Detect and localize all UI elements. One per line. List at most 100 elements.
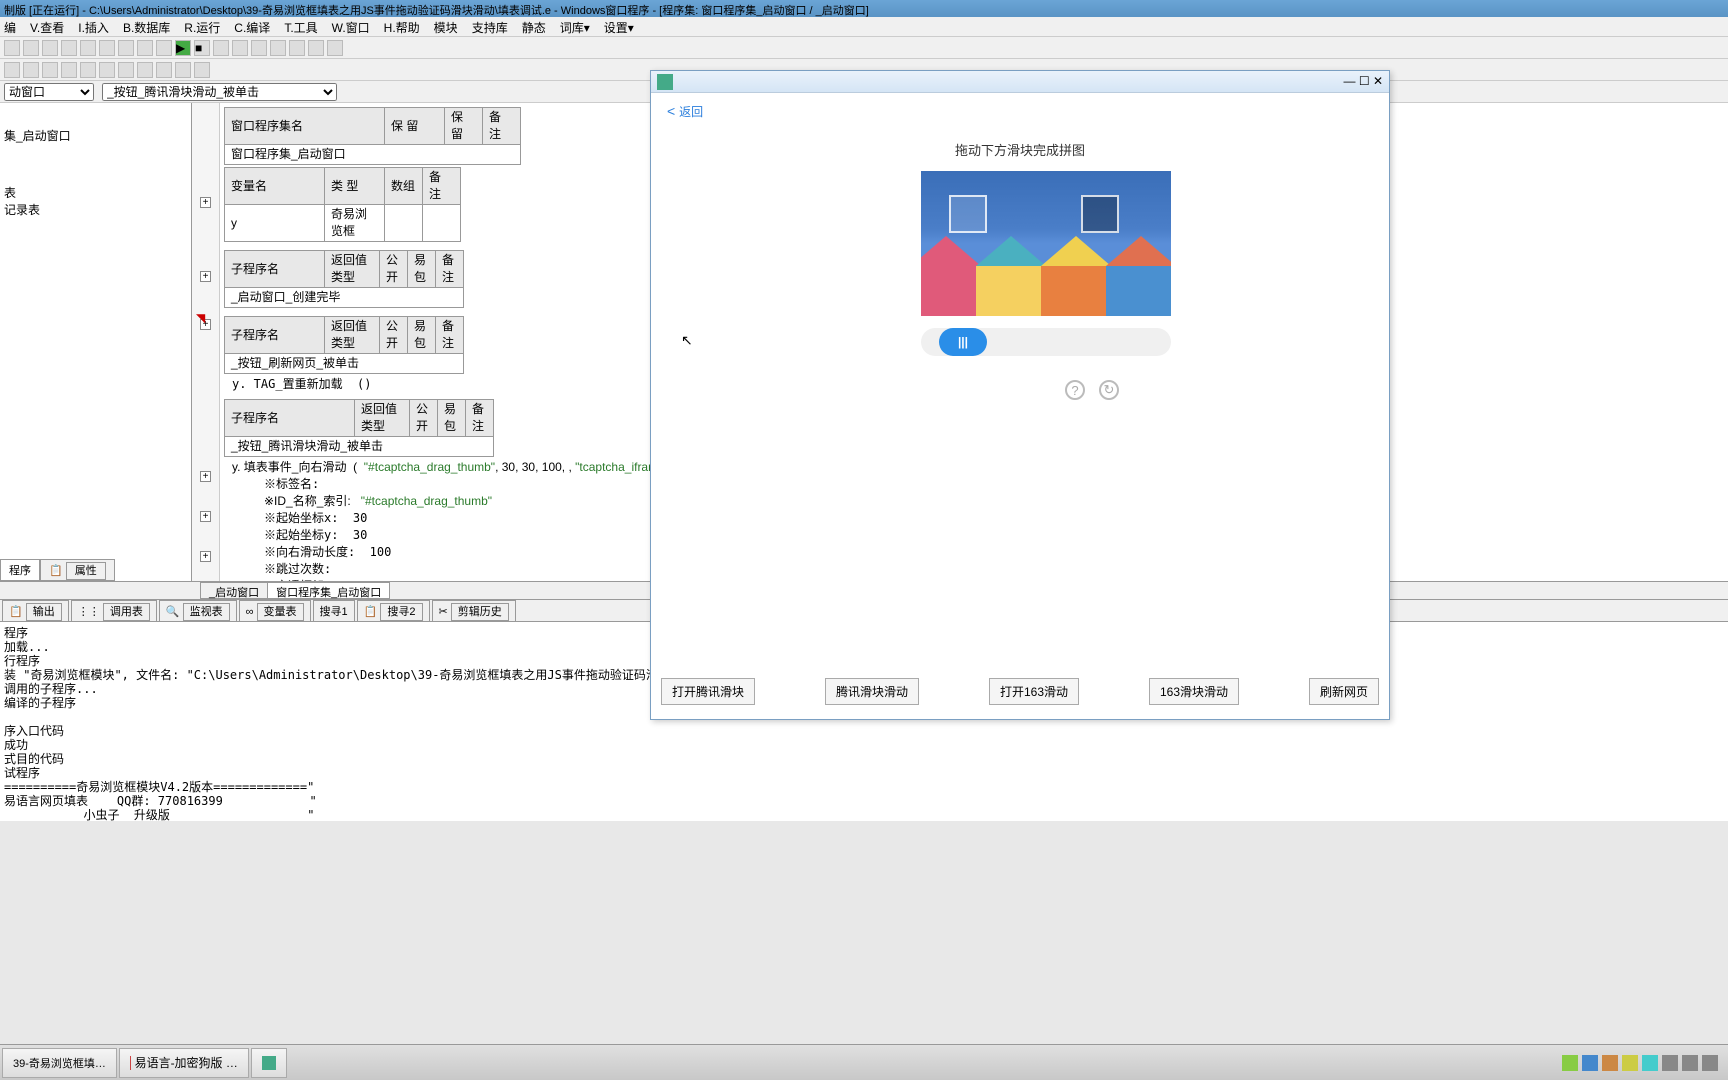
captcha-slider-thumb[interactable]: |||	[939, 328, 987, 356]
tray-icon[interactable]	[1642, 1055, 1658, 1071]
back-link[interactable]: < 返回	[651, 93, 1389, 130]
menu-module[interactable]: 模块	[434, 19, 458, 34]
menu-database[interactable]: B.数据库	[123, 19, 170, 34]
taskbar: 39-奇易浏览框填… 易语言-加密狗版 …	[0, 1044, 1728, 1080]
tray-icon[interactable]	[1562, 1055, 1578, 1071]
fold-icon[interactable]: +	[200, 511, 211, 522]
toolbar-button[interactable]	[156, 62, 172, 78]
toolbar-button[interactable]	[61, 62, 77, 78]
toolbar-button[interactable]	[4, 40, 20, 56]
fold-icon[interactable]: +	[200, 551, 211, 562]
toolbar-button[interactable]	[61, 40, 77, 56]
tray-icon[interactable]	[1622, 1055, 1638, 1071]
editor-tab[interactable]: 窗口程序集_启动窗口	[267, 582, 390, 599]
editor-tab[interactable]: _启动窗口	[200, 582, 268, 599]
menu-run[interactable]: R.运行	[184, 19, 220, 34]
tray-icon[interactable]	[1582, 1055, 1598, 1071]
toolbar-button[interactable]	[42, 62, 58, 78]
menu-edit[interactable]: 编	[4, 19, 16, 34]
tree-item[interactable]: 集_启动窗口	[4, 127, 187, 144]
tray-icon[interactable]	[1662, 1055, 1678, 1071]
code-gutter: + + + + + + ◥	[192, 103, 220, 581]
fold-icon[interactable]: +	[200, 197, 211, 208]
toolbar-button[interactable]	[118, 62, 134, 78]
toolbar-button[interactable]	[327, 40, 343, 56]
tray-icon[interactable]	[1682, 1055, 1698, 1071]
refresh-icon[interactable]: ↻	[1099, 380, 1119, 400]
refresh-page-button[interactable]: 刷新网页	[1309, 678, 1379, 705]
toolbar-button[interactable]	[80, 62, 96, 78]
toolbar-button[interactable]	[232, 40, 248, 56]
breakpoint-icon[interactable]: ◥	[196, 311, 205, 325]
toolbar-button[interactable]	[156, 40, 172, 56]
tencent-slide-button[interactable]: 腾讯滑块滑动	[825, 678, 919, 705]
toolbar-button[interactable]	[175, 62, 191, 78]
tray-icon[interactable]	[1602, 1055, 1618, 1071]
sub-header: 子程序名返回值类型公开易包备 注 _按钮_刷新网页_被单击	[224, 316, 464, 374]
toolbar-button[interactable]	[99, 40, 115, 56]
output-tab-watch[interactable]: 🔍 监视表	[159, 600, 237, 622]
open-163-button[interactable]: 打开163滑动	[989, 678, 1079, 705]
menu-support[interactable]: 支持库	[472, 19, 508, 34]
captcha-image	[921, 171, 1171, 316]
toolbar-button[interactable]	[42, 40, 58, 56]
toolbar-button[interactable]	[137, 62, 153, 78]
toolbar-button[interactable]	[80, 40, 96, 56]
captcha-app-window: — ☐ ✕ < 返回 拖动下方滑块完成拼图 ||| ? ↻ 打开腾讯滑块 腾讯滑…	[650, 70, 1390, 720]
toolbar-button[interactable]	[251, 40, 267, 56]
tree-item[interactable]: 表	[4, 184, 187, 201]
toolbar-button[interactable]	[4, 62, 20, 78]
output-tab-vars[interactable]: ∞ 变量表	[239, 600, 311, 622]
sub-header: 子程序名返回值类型公开易包备 注 _按钮_腾讯滑块滑动_被单击	[224, 399, 494, 457]
menu-dict[interactable]: 词库▾	[560, 19, 590, 34]
tree-item[interactable]: 记录表	[4, 201, 187, 218]
tray-icon[interactable]	[1702, 1055, 1718, 1071]
output-tab-search2[interactable]: 📋 搜寻2	[357, 600, 430, 622]
help-icon[interactable]: ?	[1065, 380, 1085, 400]
toolbar-button[interactable]	[23, 62, 39, 78]
open-tencent-button[interactable]: 打开腾讯滑块	[661, 678, 755, 705]
left-tab-properties[interactable]: 📋 属性	[40, 559, 115, 581]
window-combo[interactable]: 动窗口	[4, 83, 94, 101]
output-tab-output[interactable]: 📋 输出	[2, 600, 69, 622]
toolbar-stop-button[interactable]: ■	[194, 40, 210, 56]
output-tab-search1[interactable]: 搜寻1	[313, 600, 355, 622]
toolbar-button[interactable]	[194, 62, 210, 78]
system-tray[interactable]	[1562, 1055, 1726, 1071]
taskbar-item[interactable]	[251, 1048, 287, 1078]
menu-window[interactable]: W.窗口	[332, 19, 370, 34]
main-toolbar: ▶ ■	[0, 37, 1728, 59]
menu-static[interactable]: 静态	[522, 19, 546, 34]
procedure-combo[interactable]: _按钮_腾讯滑块滑动_被单击	[102, 83, 337, 101]
menu-view[interactable]: V.查看	[30, 19, 64, 34]
toolbar-button[interactable]	[137, 40, 153, 56]
fold-icon[interactable]: +	[200, 271, 211, 282]
toolbar-run-button[interactable]: ▶	[175, 40, 191, 56]
captcha-instruction: 拖动下方滑块完成拼图	[921, 140, 1119, 159]
app-titlebar[interactable]: — ☐ ✕	[651, 71, 1389, 93]
toolbar-button[interactable]	[270, 40, 286, 56]
toolbar-button[interactable]	[118, 40, 134, 56]
mouse-cursor-icon: ↖	[681, 332, 693, 349]
toolbar-button[interactable]	[23, 40, 39, 56]
output-tab-calltable[interactable]: ⋮⋮ 调用表	[71, 600, 157, 622]
menu-help[interactable]: H.帮助	[384, 19, 420, 34]
window-controls[interactable]: — ☐ ✕	[1344, 74, 1383, 88]
left-tab-program[interactable]: 程序	[0, 559, 40, 581]
fold-icon[interactable]: +	[200, 471, 211, 482]
toolbar-button[interactable]	[308, 40, 324, 56]
163-slide-button[interactable]: 163滑块滑动	[1149, 678, 1239, 705]
program-set-header: 窗口程序集名保 留保 留备 注 窗口程序集_启动窗口	[224, 107, 521, 165]
menu-insert[interactable]: I.插入	[78, 19, 109, 34]
taskbar-item[interactable]: 39-奇易浏览框填…	[2, 1048, 117, 1078]
toolbar-button[interactable]	[289, 40, 305, 56]
menu-tools[interactable]: T.工具	[284, 19, 317, 34]
menu-settings[interactable]: 设置▾	[604, 19, 634, 34]
output-tab-clipboard[interactable]: ✂ 剪辑历史	[432, 600, 516, 622]
toolbar-button[interactable]	[99, 62, 115, 78]
project-tree[interactable]: 集_启动窗口 表 记录表	[0, 103, 191, 559]
taskbar-item[interactable]: 易语言-加密狗版 …	[119, 1048, 249, 1078]
menu-compile[interactable]: C.编译	[234, 19, 270, 34]
toolbar-button[interactable]	[213, 40, 229, 56]
captcha-slider-track[interactable]: |||	[921, 328, 1171, 356]
